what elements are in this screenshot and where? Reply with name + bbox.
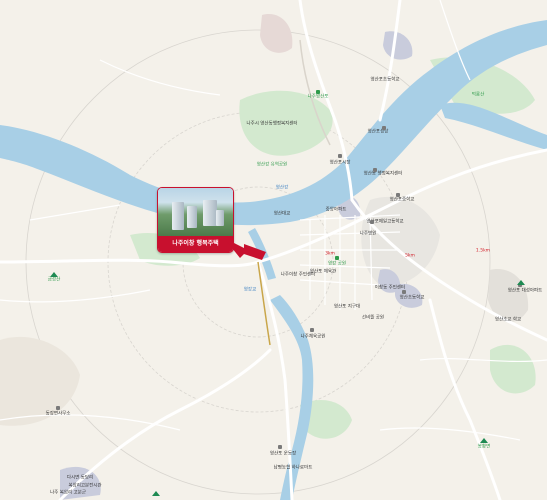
south-big-label: 남평농협 하나로마트	[273, 465, 313, 471]
location-callout[interactable]: 나주이창 행복주택	[157, 187, 234, 253]
mountain-icon	[152, 491, 160, 496]
callout-title: 나주이창 행복주택	[158, 236, 233, 252]
radius-label-north: 5km	[405, 253, 415, 259]
police-label: 영산포 지구대	[333, 304, 361, 310]
school-center-label: 영산포중학교	[389, 197, 415, 203]
poi-marker[interactable]	[396, 193, 400, 197]
poi-marker-park[interactable]	[316, 90, 320, 94]
poi-marker-park[interactable]	[335, 256, 339, 260]
east-school-label: 영산초등학교	[399, 295, 425, 301]
mountain-icon	[50, 272, 58, 277]
map-base	[0, 0, 547, 500]
park-center-label: 영강 공원	[328, 261, 346, 267]
mountain-icon	[517, 280, 525, 285]
poi-marker[interactable]	[370, 220, 374, 224]
gym-label: 영산포 체육관	[309, 269, 337, 275]
east-label-b: 영산초교 학교	[494, 317, 522, 323]
west-mountain-label: 금성산	[47, 277, 61, 283]
district-east-label: 이창동 주민센터	[374, 285, 406, 291]
market-label: 영산포시장	[329, 160, 351, 166]
poi-marker[interactable]	[382, 126, 386, 130]
road-label-a: 3km	[325, 251, 335, 257]
river-label: 영산강	[275, 185, 289, 191]
poi-marker[interactable]	[338, 154, 342, 158]
east-label-a: 영산포 대성아파트	[507, 288, 543, 294]
radius-label-east: 1.5km	[475, 248, 491, 254]
north-park-label: 나주영산포	[307, 94, 329, 100]
east-mountain-label: 봉황면	[477, 444, 491, 450]
community-label: 영산동 행정복지센터	[363, 171, 403, 177]
far-east-label: 덕룡산	[471, 92, 485, 98]
map-view[interactable]: 5km 1.5km 3km 영산강 영산강 유역공원 나주영산포 영산포초등학교…	[0, 0, 547, 500]
south-center-label: 나주체육공원	[300, 334, 326, 340]
riverside-park-label: 영산강 유역공원	[256, 162, 288, 168]
poi-marker[interactable]	[278, 445, 282, 449]
school-north-label: 영산포초등학교	[370, 77, 400, 83]
location-pin-icon[interactable]	[224, 238, 269, 263]
hospital-label: 나주병원	[359, 231, 377, 237]
poi-marker[interactable]	[373, 168, 377, 172]
temple-label: 영산포성당	[367, 129, 389, 135]
apartment-a-label: 중앙아파트	[325, 207, 347, 213]
bridge-south-label: 영강교	[243, 287, 257, 293]
bottom-left-c-label: 나주 복암리 고분군	[50, 490, 86, 496]
bottom-left-b-label: 복암리고분전시관	[68, 483, 102, 489]
bridge-north-label: 영산대교	[273, 211, 291, 217]
mountain-icon	[480, 438, 488, 443]
cemetery-label: 선비뜰 공원	[361, 315, 385, 321]
south-text-label: 영산포 운동장	[269, 451, 297, 457]
sw-village-label: 동강면사무소	[45, 411, 71, 417]
office-top-label: 나주시 영산동행정복지센터	[246, 121, 298, 127]
poi-marker[interactable]	[56, 406, 60, 410]
poi-marker[interactable]	[402, 290, 406, 294]
poi-marker[interactable]	[310, 328, 314, 332]
bottom-left-a-label: 다시면 동당리	[66, 475, 94, 481]
building-photo	[158, 188, 233, 236]
